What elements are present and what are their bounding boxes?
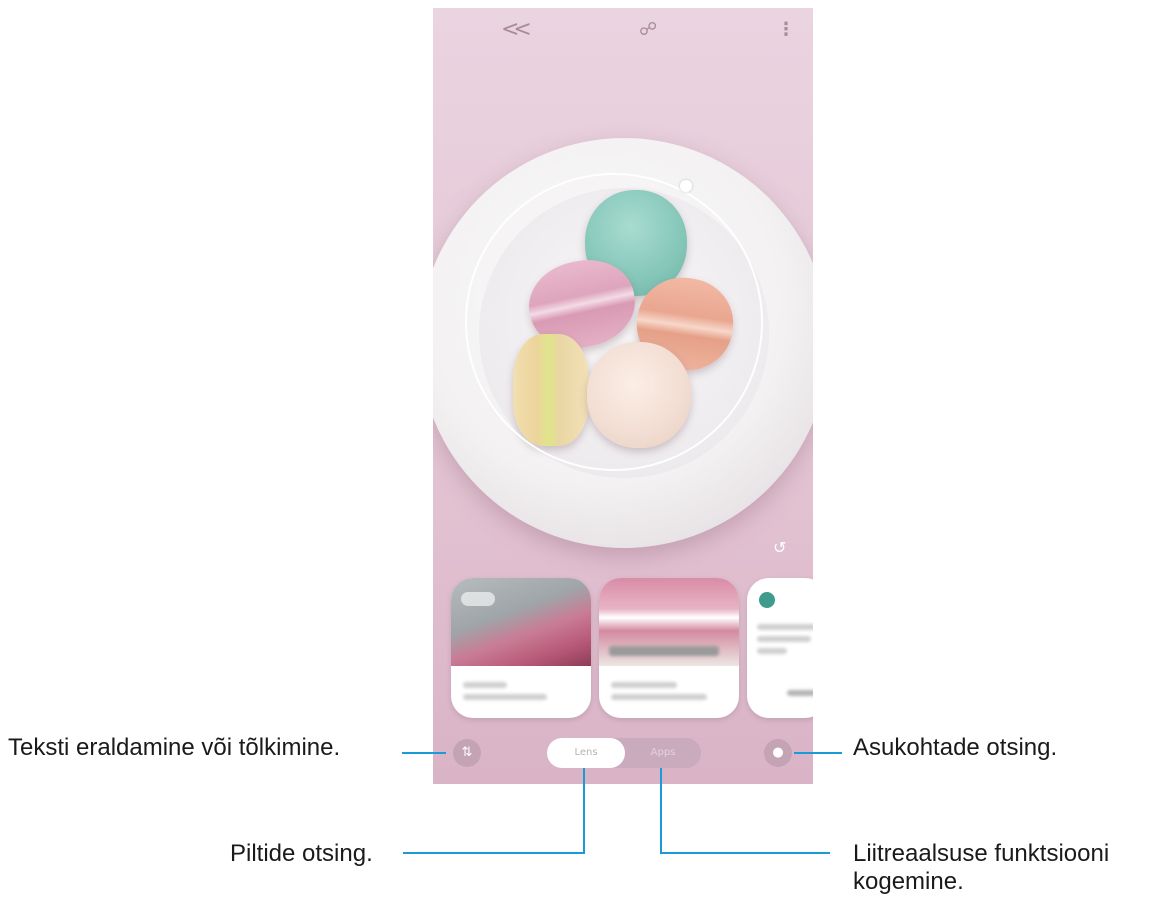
card-chip — [461, 592, 495, 606]
apps-tab[interactable]: Apps — [625, 738, 701, 768]
callout-ar-line1: Liitreaalsuse funktsiooni — [853, 840, 1110, 867]
blurred-text — [611, 682, 677, 688]
callout-line — [660, 768, 662, 854]
callout-ar-line2: kogemine. — [853, 868, 964, 895]
blurred-text — [463, 694, 547, 700]
callout-text-extract: Teksti eraldamine või tõlkimine. — [8, 734, 341, 761]
bixby-vision-icon: ☍ — [639, 19, 658, 40]
blurred-text — [757, 624, 813, 630]
blurred-text — [611, 694, 707, 700]
blurred-text — [757, 636, 811, 642]
blurred-text — [787, 690, 813, 696]
refresh-icon[interactable]: ↺ — [773, 538, 786, 557]
focus-resize-handle[interactable] — [680, 180, 692, 192]
callout-line — [583, 768, 585, 854]
more-vertical-icon[interactable]: ⋮ — [777, 20, 795, 40]
callout-line — [660, 852, 830, 854]
callout-line — [402, 752, 446, 754]
result-card[interactable] — [599, 578, 739, 718]
focus-circle[interactable] — [465, 173, 763, 471]
back-chevron-icon[interactable]: << — [501, 19, 532, 41]
location-pin-icon[interactable]: ● — [764, 739, 792, 767]
callout-line — [403, 852, 585, 854]
mode-switch[interactable]: Lens Apps — [547, 738, 701, 768]
lens-tab[interactable]: Lens — [547, 738, 625, 768]
blurred-text — [609, 646, 719, 656]
callout-line — [794, 752, 842, 754]
text-translate-icon[interactable]: ⇅ — [453, 739, 481, 767]
card-badge-icon — [759, 592, 775, 608]
bixby-vision-screen: << ☍ ⋮ ↺ ⇅ Lens Apps ● — [433, 8, 813, 784]
blurred-text — [463, 682, 507, 688]
callout-place-search: Asukohtade otsing. — [853, 734, 1058, 761]
result-card[interactable] — [451, 578, 591, 718]
result-card[interactable] — [747, 578, 813, 718]
blurred-text — [757, 648, 787, 654]
top-bar: << ☍ ⋮ — [433, 8, 813, 56]
callout-image-search: Piltide otsing. — [230, 840, 373, 867]
